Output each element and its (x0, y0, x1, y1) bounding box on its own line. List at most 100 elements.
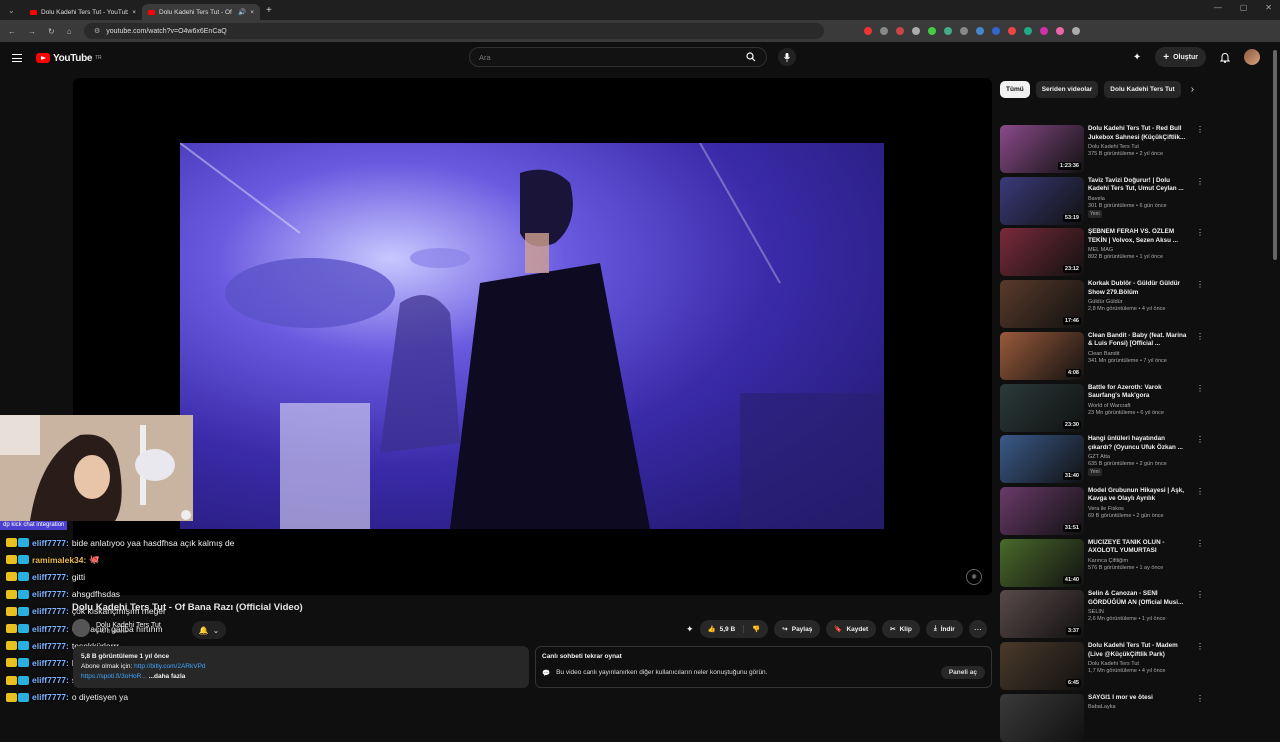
recommendation-channel[interactable]: Clean Bandit (1088, 351, 1190, 357)
chevron-right-icon[interactable]: › (1191, 84, 1194, 95)
recommendation-channel[interactable]: Dolu Kadehi Ters Tut (1088, 144, 1190, 150)
channel-name[interactable]: Dolu Kadehi Ters Tut (96, 622, 161, 629)
notifications-bell-icon[interactable] (1220, 52, 1230, 63)
video-thumbnail[interactable]: 3:37 (1000, 590, 1084, 639)
channel-watermark-icon[interactable]: ✺ (966, 569, 982, 585)
extension-icon[interactable] (976, 27, 984, 35)
video-thumbnail[interactable]: 17:46 (1000, 280, 1084, 329)
chip-channel[interactable]: Dolu Kadehi Ters Tut (1104, 80, 1181, 98)
recommendation-channel[interactable]: GZT Atta (1088, 454, 1190, 460)
more-options-icon[interactable]: ⋮ (1196, 280, 1206, 328)
reload-icon[interactable]: ↻ (48, 27, 55, 36)
show-more-link[interactable]: ...daha fazla (149, 673, 186, 680)
more-options-icon[interactable]: ⋮ (1196, 642, 1206, 690)
home-icon[interactable]: ⌂ (67, 27, 72, 36)
video-thumbnail[interactable]: 1:23:36 (1000, 125, 1084, 173)
extension-icon[interactable] (960, 27, 968, 35)
recommendation-item[interactable]: SAYGI1 I mor ve ötesi BabaLayka ⋮ (1000, 693, 1270, 742)
create-button[interactable]: + Oluştur (1155, 47, 1206, 67)
search-button[interactable] (736, 48, 766, 66)
recommendation-channel[interactable]: MEL MAG (1088, 247, 1190, 253)
back-icon[interactable]: ← (8, 27, 16, 36)
more-options-icon[interactable]: ⋮ (1196, 694, 1206, 742)
extension-icon[interactable] (1024, 27, 1032, 35)
browser-tab-1[interactable]: Dolu Kadehi Ters Tut - YouTube × (24, 4, 142, 20)
youtube-logo[interactable]: YouTube TR (36, 53, 102, 64)
maximize-icon[interactable]: ▢ (1240, 3, 1248, 12)
like-button[interactable]: 👍 5,9 B (700, 625, 745, 633)
recommendation-item[interactable]: 1:23:36 Dolu Kadehi Ters Tut - Red Bull J… (1000, 125, 1270, 173)
recommendation-title[interactable]: Korkak Dublör - Güldür Güldür Show 279.B… (1088, 280, 1190, 297)
description-box[interactable]: 5,8 B görüntüleme 1 yıl önce Abone olmak… (73, 646, 529, 688)
account-avatar[interactable] (1244, 49, 1260, 65)
recommendation-item[interactable]: 23:30 Battle for Azeroth: Varok Saurfang'… (1000, 383, 1270, 432)
more-options-icon[interactable]: ⋮ (1196, 177, 1206, 225)
more-options-icon[interactable]: ⋮ (1196, 384, 1206, 432)
recommendation-title[interactable]: Taviz Tavizi Doğurur! | Dolu Kadehi Ters… (1088, 177, 1190, 194)
voice-search-button[interactable] (778, 48, 796, 66)
more-options-icon[interactable]: ⋮ (1196, 487, 1206, 535)
more-options-icon[interactable]: ⋮ (1196, 125, 1206, 173)
new-tab-button[interactable]: + (266, 5, 272, 16)
extension-icon[interactable] (928, 27, 936, 35)
extension-icon[interactable] (944, 27, 952, 35)
browser-tab-2[interactable]: Dolu Kadehi Ters Tut - Of Bana Razı 🔊 × (142, 4, 260, 20)
video-player[interactable]: ✺ (73, 78, 992, 595)
recommendation-item[interactable]: 6:45 Dolu Kadehi Ters Tut - Madem (Live @… (1000, 642, 1270, 690)
share-button[interactable]: ↪ Paylaş (774, 620, 821, 638)
video-thumbnail[interactable]: 31:51 (1000, 486, 1084, 535)
clip-button[interactable]: ✂ Klip (882, 620, 920, 638)
recommendation-title[interactable]: ŞEBNEM FERAH VS. ÖZLEM TEKİN | Volvox, S… (1088, 228, 1190, 245)
hamburger-menu-icon[interactable] (12, 54, 22, 62)
extension-icon[interactable] (912, 27, 920, 35)
video-thumbnail[interactable]: 31:40 (1000, 435, 1084, 484)
forward-icon[interactable]: → (28, 27, 36, 36)
cast-icon[interactable]: ✦ (1133, 52, 1141, 63)
dislike-button[interactable]: 👎 (744, 625, 768, 633)
channel-avatar[interactable] (72, 619, 90, 637)
tab-list-icon[interactable]: ⌄ (0, 6, 24, 15)
video-thumbnail[interactable] (1000, 693, 1084, 742)
more-options-icon[interactable]: ⋮ (1196, 539, 1206, 587)
recommendation-title[interactable]: Battle for Azeroth: Varok Saurfang's Mak… (1088, 384, 1190, 401)
extension-icon[interactable] (1008, 27, 1016, 35)
close-tab-icon[interactable]: × (250, 9, 254, 16)
more-options-icon[interactable]: ⋮ (1196, 228, 1206, 276)
close-tab-icon[interactable]: × (132, 9, 136, 16)
more-options-icon[interactable]: ⋮ (1196, 435, 1206, 483)
video-thumbnail[interactable]: 53:19 (1000, 176, 1084, 225)
recommendation-title[interactable]: SAYGI1 I mor ve ötesi (1088, 694, 1190, 703)
recommendation-title[interactable]: Selin & Canozan - SENİ GÖRDÜĞÜM AN (Offi… (1088, 590, 1190, 607)
recommendation-channel[interactable]: Bavela (1088, 196, 1190, 202)
extension-icon[interactable] (1040, 27, 1048, 35)
video-frame[interactable] (180, 143, 884, 529)
recommendation-channel[interactable]: Vera ile Fiskos (1088, 506, 1190, 512)
recommendation-item[interactable]: 31:40 Hangi ünlüleri hayatından çıkardı? … (1000, 435, 1270, 484)
subscribe-link[interactable]: http://bitly.com/2ARkVPd (134, 663, 205, 670)
recommendation-item[interactable]: 41:40 MUCİZEYE TANIK OLUN - AXOLOTL YUMUR… (1000, 538, 1270, 587)
extension-icon[interactable] (864, 27, 872, 35)
extension-icon[interactable] (1072, 27, 1080, 35)
minimize-icon[interactable]: — (1214, 3, 1222, 12)
more-options-icon[interactable]: ⋮ (1196, 332, 1206, 380)
recommendation-title[interactable]: MUCİZEYE TANIK OLUN - AXOLOTL YUMURTASI (1088, 539, 1190, 556)
url-field[interactable]: ⚙ youtube.com/watch?v=O4w6x6EnCaQ (84, 23, 824, 39)
recommendation-item[interactable]: 53:19 Taviz Tavizi Doğurur! | Dolu Kadehi… (1000, 176, 1270, 225)
extension-icon[interactable] (992, 27, 1000, 35)
extension-icon[interactable] (880, 27, 888, 35)
recommendation-item[interactable]: 23:12 ŞEBNEM FERAH VS. ÖZLEM TEKİN | Volv… (1000, 228, 1270, 277)
speaker-icon[interactable]: 🔊 (238, 8, 246, 16)
download-button[interactable]: ⤓ İndir (925, 620, 963, 638)
recommendation-title[interactable]: Clean Bandit - Baby (feat. Marina & Luis… (1088, 332, 1190, 349)
recommendation-channel[interactable]: Güldür Güldür (1088, 299, 1190, 305)
spotify-link[interactable]: https://spoti.fi/3oHoR... (81, 673, 147, 680)
video-thumbnail[interactable]: 23:12 (1000, 228, 1084, 277)
recommendation-channel[interactable]: SELIN (1088, 609, 1190, 615)
recommendation-title[interactable]: Hangi ünlüleri hayatından çıkardı? (Oyun… (1088, 435, 1190, 452)
extension-icon[interactable] (896, 27, 904, 35)
recommendation-channel[interactable]: BabaLayka (1088, 704, 1190, 710)
subscribed-button[interactable]: 🔔 ⌄ (192, 621, 226, 639)
scrollbar-thumb[interactable] (1273, 50, 1277, 260)
recommendation-title[interactable]: Dolu Kadehi Ters Tut - Madem (Live @Küçü… (1088, 642, 1190, 659)
video-thumbnail[interactable]: 23:30 (1000, 383, 1084, 432)
